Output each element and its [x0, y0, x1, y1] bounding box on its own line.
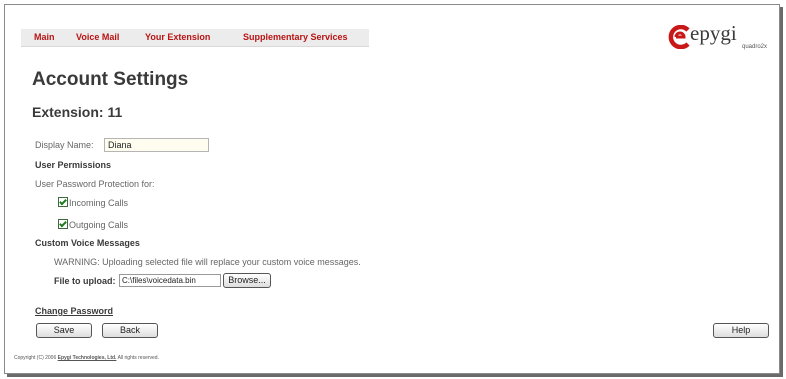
- outgoing-calls-checkbox[interactable]: [58, 219, 68, 229]
- top-navigation: Main Voice Mail Your Extension Supplemen…: [21, 29, 369, 47]
- outgoing-calls-label: Outgoing Calls: [69, 220, 129, 230]
- copyright-footer: Copyright (C) 2006 Epygi Technologies, L…: [14, 355, 159, 361]
- nav-voice-mail[interactable]: Voice Mail: [76, 32, 119, 42]
- help-button[interactable]: Help: [713, 323, 769, 338]
- nav-supplementary-services[interactable]: Supplementary Services: [243, 32, 348, 42]
- save-button[interactable]: Save: [36, 323, 92, 338]
- epygi-logo-icon: [668, 25, 690, 49]
- copyright-prefix: Copyright (C) 2006: [14, 355, 57, 361]
- password-protection-label: User Password Protection for:: [35, 179, 155, 189]
- company-link[interactable]: Epygi Technologies, Ltd.: [58, 355, 117, 361]
- nav-your-extension[interactable]: Your Extension: [145, 32, 210, 42]
- page-title: Account Settings: [32, 69, 189, 90]
- file-to-upload-label: File to upload:: [54, 276, 116, 286]
- extension-heading: Extension: 11: [32, 104, 123, 120]
- incoming-calls-checkbox[interactable]: [58, 197, 68, 207]
- logo-brand-text: epygi: [690, 21, 737, 45]
- file-path-input[interactable]: C:\files\voicedata.bin: [119, 274, 221, 287]
- incoming-calls-label: Incoming Calls: [69, 198, 129, 208]
- user-permissions-heading: User Permissions: [35, 160, 112, 170]
- change-password-link[interactable]: Change Password: [35, 306, 113, 316]
- upload-warning-text: WARNING: Uploading selected file will re…: [54, 257, 361, 267]
- back-button[interactable]: Back: [102, 323, 158, 338]
- display-name-label: Display Name:: [35, 140, 94, 150]
- logo-model-text: quadro2x: [742, 44, 768, 50]
- display-name-input[interactable]: Diana: [104, 138, 209, 152]
- custom-voice-messages-heading: Custom Voice Messages: [35, 238, 140, 248]
- browse-button[interactable]: Browse...: [223, 273, 271, 288]
- browser-frame: [4, 4, 780, 374]
- epygi-logo: epygi quadro2x: [668, 21, 776, 58]
- nav-main[interactable]: Main: [34, 32, 55, 42]
- copyright-suffix: All rights reserved.: [117, 355, 159, 361]
